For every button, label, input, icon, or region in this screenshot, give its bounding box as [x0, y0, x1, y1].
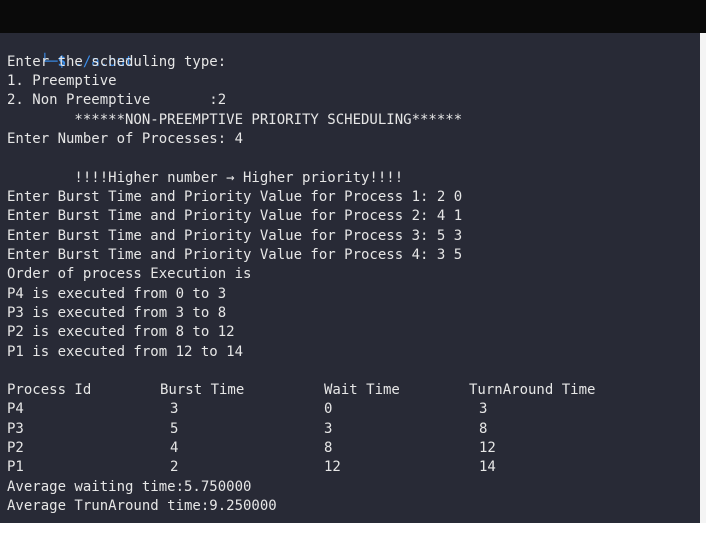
table-cell: 8	[324, 440, 333, 456]
table-cell: P3	[7, 421, 24, 437]
output-line: Enter Burst Time and Priority Value for …	[7, 189, 463, 205]
table-cell: P4	[7, 401, 24, 417]
output-line: P4 is executed from 0 to 3	[7, 286, 227, 302]
table-cell: 3	[479, 401, 488, 417]
table-header-wait-time: Wait Time	[324, 382, 400, 398]
output-line: !!!!Higher number → Higher priority!!!!	[7, 170, 404, 186]
table-cell: P2	[7, 440, 24, 456]
table-header-burst-time: Burst Time	[160, 382, 245, 398]
table-header-turnaround-time: TurnAround Time	[469, 382, 596, 398]
table-cell: 12	[324, 459, 341, 475]
output-line: P1 is executed from 12 to 14	[7, 344, 244, 360]
table-cell: 3	[324, 421, 333, 437]
table-cell: 2	[170, 459, 179, 475]
output-line: Enter Number of Processes: 4	[7, 131, 244, 147]
table-header-process-id: Process Id	[7, 382, 92, 398]
output-line: Enter Burst Time and Priority Value for …	[7, 208, 463, 224]
table-cell: 14	[479, 459, 496, 475]
table-cell: 3	[170, 401, 179, 417]
output-line: ******NON-PREEMPTIVE PRIORITY SCHEDULING…	[7, 112, 463, 128]
output-line: Enter Burst Time and Priority Value for …	[7, 228, 463, 244]
window-right-edge	[700, 33, 706, 523]
table-cell: 5	[170, 421, 179, 437]
output-line: P3 is executed from 3 to 8	[7, 305, 227, 321]
window-bottom-bar	[0, 523, 706, 537]
terminal-window[interactable]: └─$ ./a.out Enter the scheduling type: 1…	[0, 33, 700, 523]
output-line: P2 is executed from 8 to 12	[7, 324, 235, 340]
window-top-bar	[0, 0, 706, 33]
output-line: 1. Preemptive	[7, 73, 117, 89]
output-line: Enter the scheduling type:	[7, 54, 227, 70]
output-line: Enter Burst Time and Priority Value for …	[7, 247, 463, 263]
table-cell: P1	[7, 459, 24, 475]
average-turnaround-time: Average TrunAround time:9.250000	[7, 498, 277, 514]
table-cell: 0	[324, 401, 333, 417]
average-waiting-time: Average waiting time:5.750000	[7, 479, 252, 495]
table-cell: 12	[479, 440, 496, 456]
table-cell: 8	[479, 421, 488, 437]
output-line: Order of process Execution is	[7, 266, 252, 282]
output-line: 2. Non Preemptive :2	[7, 92, 227, 108]
table-cell: 4	[170, 440, 179, 456]
shell-prompt-line: └─$ ./a.out	[7, 34, 134, 70]
